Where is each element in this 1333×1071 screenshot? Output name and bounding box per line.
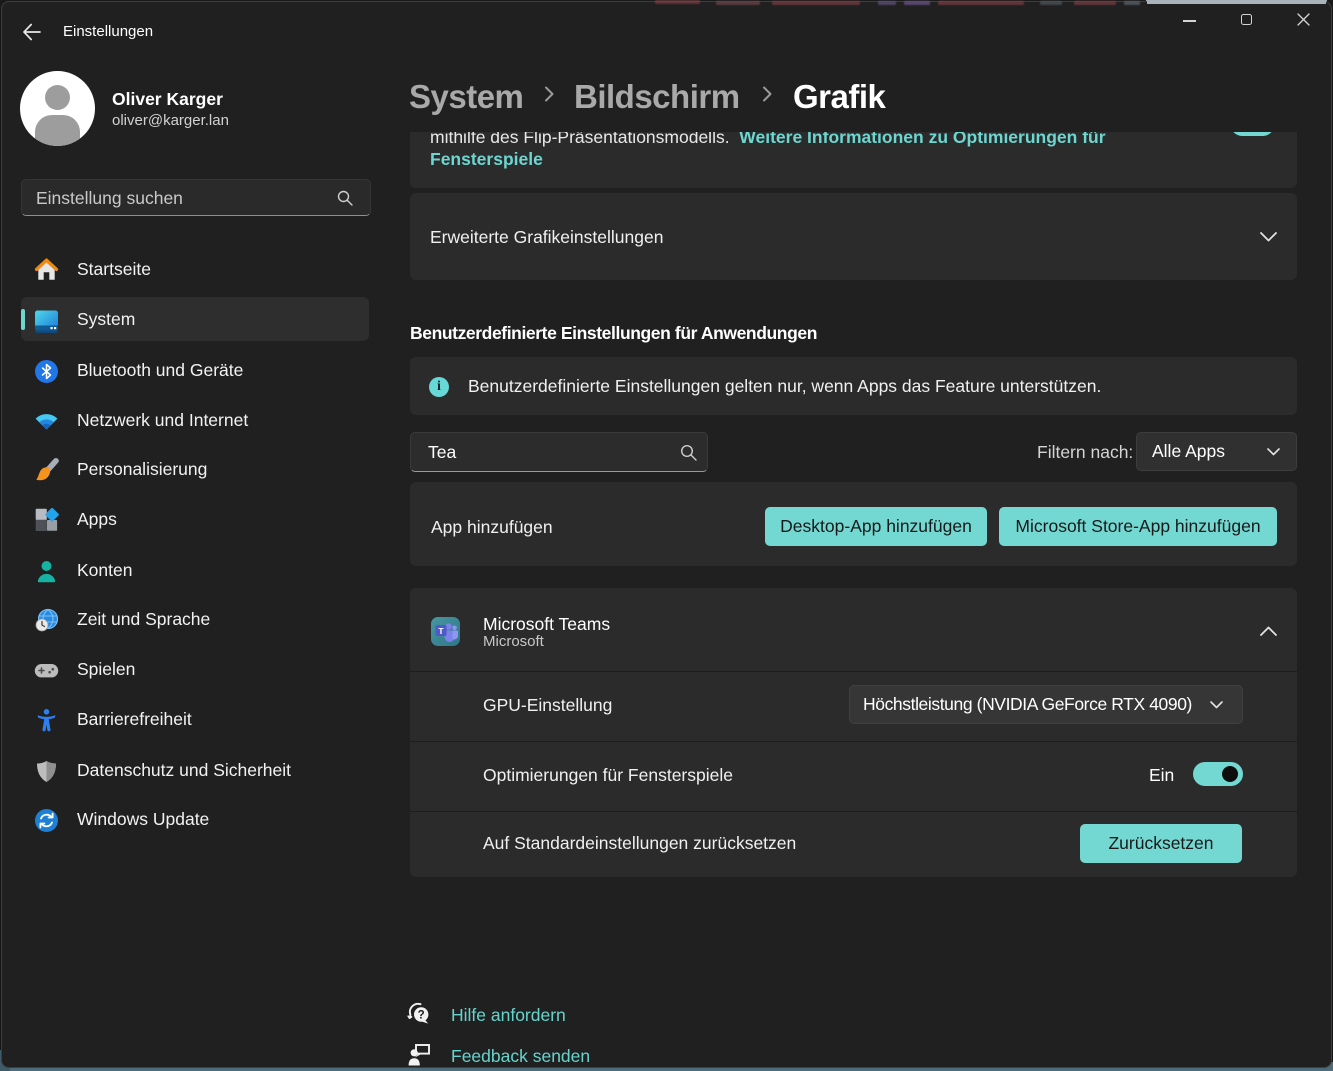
svg-text:T: T [438,626,444,636]
svg-text:?: ? [418,1010,425,1022]
